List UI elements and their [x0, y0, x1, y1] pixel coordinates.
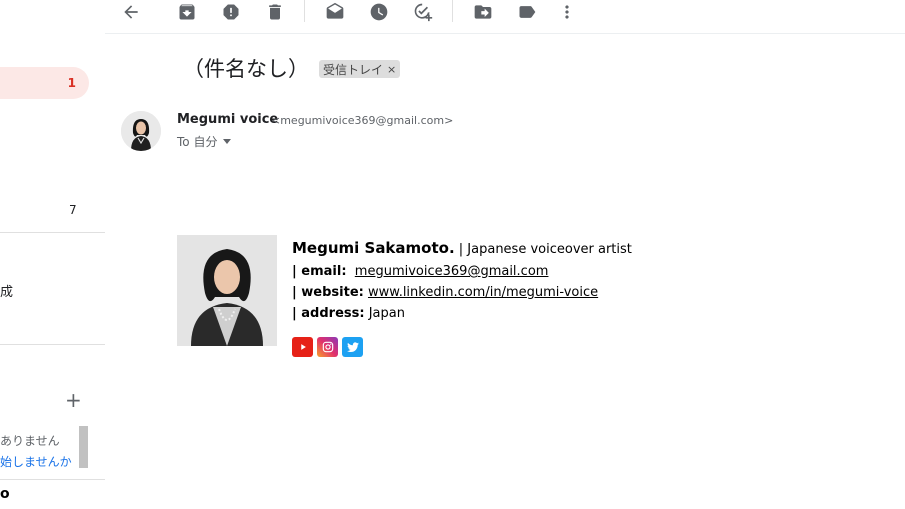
signature-email-line: | email: megumivoice369@gmail.com	[292, 264, 548, 279]
left-sidebar: 1 7 成 + ありません 始しませんか o	[0, 0, 105, 509]
inbox-unread-count: 1	[67, 76, 76, 90]
signature-address-line: | address: Japan	[292, 306, 405, 321]
label-chip-text: 受信トレイ	[323, 62, 384, 77]
email-subject: （件名なし）	[183, 57, 309, 81]
add-task-icon[interactable]	[410, 0, 436, 24]
signature-name: Megumi Sakamoto.	[292, 239, 455, 257]
signature-email-label: | email:	[292, 264, 347, 279]
sidebar-divider	[0, 344, 105, 345]
mark-unread-icon[interactable]	[322, 0, 348, 24]
recipient-details[interactable]: To 自分	[177, 133, 232, 150]
sidebar-divider	[0, 479, 105, 480]
signature-name-line: Megumi Sakamoto. | Japanese voiceover ar…	[292, 238, 632, 257]
back-arrow-icon[interactable]	[118, 0, 144, 24]
avatar[interactable]	[121, 111, 161, 151]
sidebar-item-create-label[interactable]: 成	[0, 281, 13, 300]
toolbar-separator	[452, 0, 453, 22]
move-to-icon[interactable]	[470, 0, 496, 24]
archive-icon[interactable]	[174, 0, 200, 24]
youtube-icon[interactable]	[292, 337, 313, 357]
sidebar-bottom-fragment: o	[0, 486, 10, 502]
sidebar-divider	[0, 232, 105, 233]
add-icon[interactable]: +	[65, 390, 82, 410]
signature-email-link[interactable]: megumivoice369@gmail.com	[355, 264, 549, 279]
recipient-text: To 自分	[177, 135, 218, 149]
signature-address-value: Japan	[368, 306, 405, 321]
signature-role: | Japanese voiceover artist	[454, 242, 632, 257]
label-icon[interactable]	[514, 0, 540, 24]
toolbar-separator	[304, 0, 305, 22]
signature-photo	[177, 235, 277, 346]
sidebar-item-inbox[interactable]: 1	[0, 67, 89, 99]
message-toolbar	[105, 0, 905, 34]
remove-label-icon[interactable]: ×	[387, 63, 396, 76]
report-spam-icon[interactable]	[218, 0, 244, 24]
hangouts-start-link[interactable]: 始しませんか	[0, 453, 72, 470]
signature-website-line: | website: www.linkedin.com/in/megumi-vo…	[292, 285, 598, 300]
hangouts-empty-text: ありません	[0, 434, 60, 448]
signature-website-label: | website:	[292, 285, 364, 300]
inbox-label-chip[interactable]: 受信トレイ ×	[319, 60, 401, 78]
sidebar-item-count: 7	[69, 203, 77, 217]
snooze-icon[interactable]	[366, 0, 392, 24]
chevron-down-icon[interactable]	[223, 139, 232, 144]
signature-website-link[interactable]: www.linkedin.com/in/megumi-voice	[368, 285, 598, 300]
twitter-icon[interactable]	[342, 337, 363, 357]
signature-address-label: | address:	[292, 306, 365, 321]
instagram-icon[interactable]	[317, 337, 338, 357]
more-icon[interactable]	[554, 0, 580, 24]
sidebar-scrollbar[interactable]	[79, 426, 88, 468]
sender-name[interactable]: Megumi voice	[177, 112, 278, 127]
sender-email: <megumivoice369@gmail.com>	[271, 114, 454, 127]
delete-icon[interactable]	[262, 0, 288, 24]
